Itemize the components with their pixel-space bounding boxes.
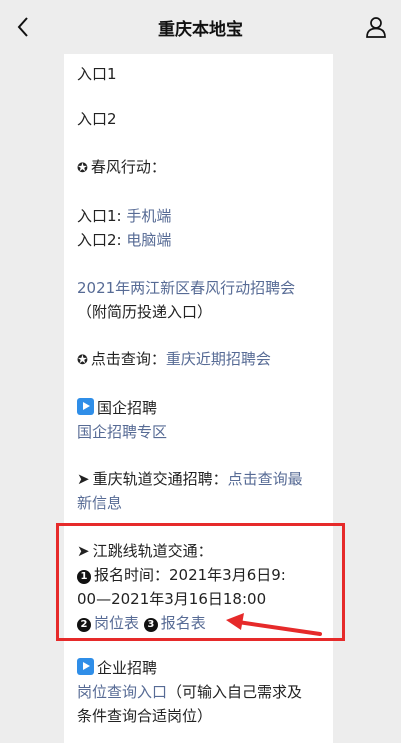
red-arrow-annotation (226, 613, 322, 636)
